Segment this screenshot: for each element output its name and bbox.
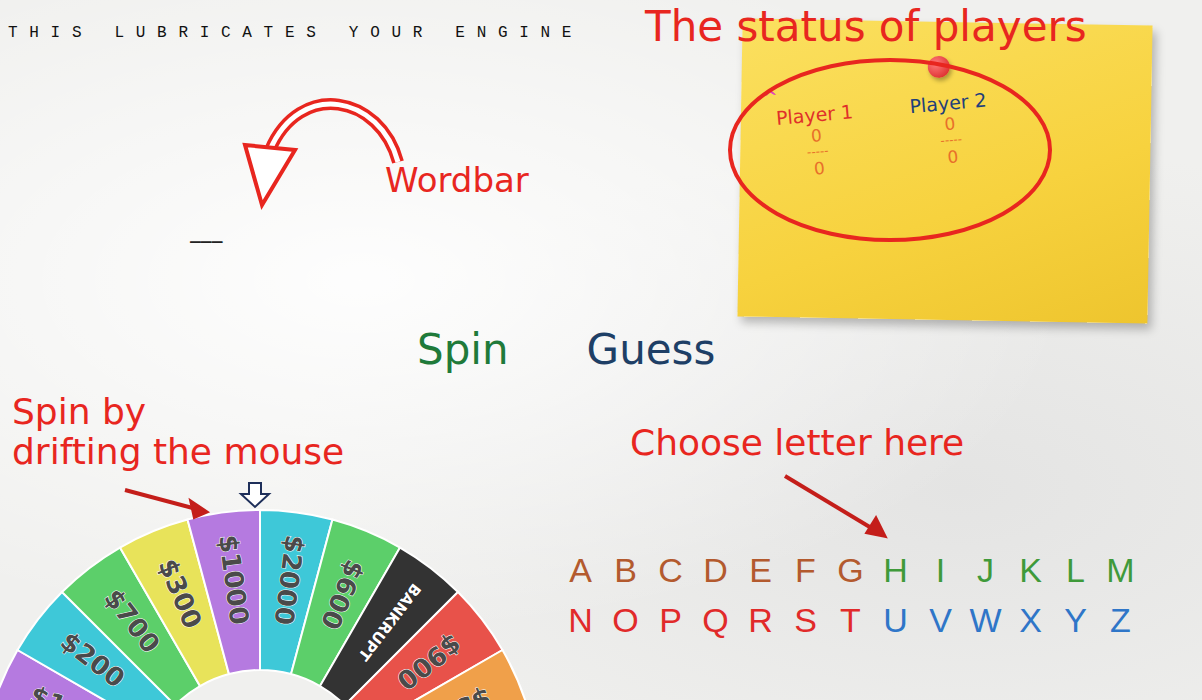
player-status-note: ^ Player 1 0 ----- 0^ Player 2 0 ----- 0 bbox=[737, 18, 1152, 323]
status-circle bbox=[730, 60, 1050, 240]
segment-label: $900 bbox=[391, 628, 467, 696]
letter-button[interactable]: I bbox=[918, 548, 963, 592]
letter-button[interactable]: X bbox=[1008, 598, 1053, 642]
letter-button[interactable]: W bbox=[963, 598, 1008, 642]
clue: THIS LUBRICATES YOUR ENGINE bbox=[8, 24, 730, 42]
letter-button[interactable]: A bbox=[558, 548, 603, 592]
letter-arrow-icon bbox=[785, 476, 878, 532]
segment-label: $200 bbox=[55, 626, 131, 694]
player-round-score: 0 bbox=[947, 147, 959, 167]
pointer-arrow-icon bbox=[241, 483, 269, 507]
status-annotation: The status of players bbox=[645, 2, 1087, 51]
letters-annotation: Choose letter here bbox=[630, 422, 964, 463]
letter-button[interactable]: T bbox=[828, 598, 873, 642]
score-divider: ----- bbox=[940, 133, 963, 149]
puzzle-area: THIS LUBRICATES YOUR ENGINE ___ bbox=[0, 0, 740, 318]
letter-button[interactable]: L bbox=[1053, 548, 1098, 592]
letter-button[interactable]: C bbox=[648, 548, 693, 592]
letter-button[interactable]: N bbox=[558, 598, 603, 642]
letter-button[interactable]: O bbox=[603, 598, 648, 642]
wheel-area: $100$200$700$300$1000 $2000$600BANKRUPT$9… bbox=[0, 480, 540, 700]
letter-button[interactable]: Z bbox=[1098, 598, 1143, 642]
segment-label: $100 bbox=[26, 680, 104, 700]
player-status: ^ Player 2 0 ----- 0 bbox=[896, 68, 1004, 172]
segment-label: $1000 bbox=[213, 533, 255, 627]
letter-picker: ABCDEFGHIJKLM NOPQRSTUVWXYZ bbox=[558, 548, 1202, 642]
letter-button[interactable]: D bbox=[693, 548, 738, 592]
player-status: ^ Player 1 0 ----- 0 bbox=[762, 79, 870, 183]
letter-button[interactable]: V bbox=[918, 598, 963, 642]
wheel-segment[interactable] bbox=[188, 510, 260, 674]
wordbar-arrowhead-icon bbox=[245, 145, 295, 205]
segment-label: $700 bbox=[98, 583, 166, 659]
letter-button[interactable]: G bbox=[828, 548, 873, 592]
bottom-area: $100$200$700$300$1000$2000$600BANKRUPT$9… bbox=[0, 380, 1202, 700]
action-button[interactable]: Spin bbox=[413, 323, 513, 376]
letter-button[interactable]: P bbox=[648, 598, 693, 642]
pin-icon bbox=[928, 56, 950, 78]
player-score: 0 bbox=[944, 114, 956, 134]
wordbar-arrow-icon bbox=[270, 104, 398, 162]
letter-button[interactable]: B bbox=[603, 548, 648, 592]
wordbar-annotation: Wordbar bbox=[385, 160, 529, 200]
player-round-score: 0 bbox=[813, 159, 825, 179]
letter-button[interactable]: J bbox=[963, 548, 1008, 592]
letter-button[interactable]: Y bbox=[1053, 598, 1098, 642]
segment-label: $300 bbox=[153, 554, 208, 632]
letter-button[interactable]: F bbox=[783, 548, 828, 592]
letter-button[interactable]: Q bbox=[693, 598, 738, 642]
turn-marker: ^ bbox=[762, 87, 779, 109]
segment-label: BANKRUPT bbox=[354, 580, 425, 665]
actions: Spin Guess bbox=[0, 318, 1202, 380]
score-divider: ----- bbox=[806, 145, 829, 161]
letter-button[interactable]: M bbox=[1098, 548, 1143, 592]
game-screen: THIS LUBRICATES YOUR ENGINE ___ ^ Player… bbox=[0, 0, 1202, 700]
spin-annotation: Spin by drifting the mouse bbox=[12, 392, 344, 471]
wordbar: ___ bbox=[190, 222, 730, 243]
wheel[interactable]: $100$200$700$300$1000 $2000$600BANKRUPT$9… bbox=[0, 480, 540, 700]
annotation-marks bbox=[0, 0, 1202, 700]
letter-button[interactable]: R bbox=[738, 598, 783, 642]
letter-button[interactable]: H bbox=[873, 548, 918, 592]
segment-label: $2000 bbox=[268, 533, 310, 627]
letter-button[interactable]: K bbox=[1008, 548, 1053, 592]
segment-label: $500 bbox=[417, 683, 495, 700]
action-button[interactable]: Guess bbox=[583, 323, 720, 376]
spin-arrow-icon bbox=[125, 490, 200, 510]
letter-button[interactable]: U bbox=[873, 598, 918, 642]
letter-button[interactable]: E bbox=[738, 548, 783, 592]
letter-button[interactable]: S bbox=[783, 598, 828, 642]
segment-label: $600 bbox=[315, 556, 370, 634]
player-score: 0 bbox=[810, 126, 822, 146]
